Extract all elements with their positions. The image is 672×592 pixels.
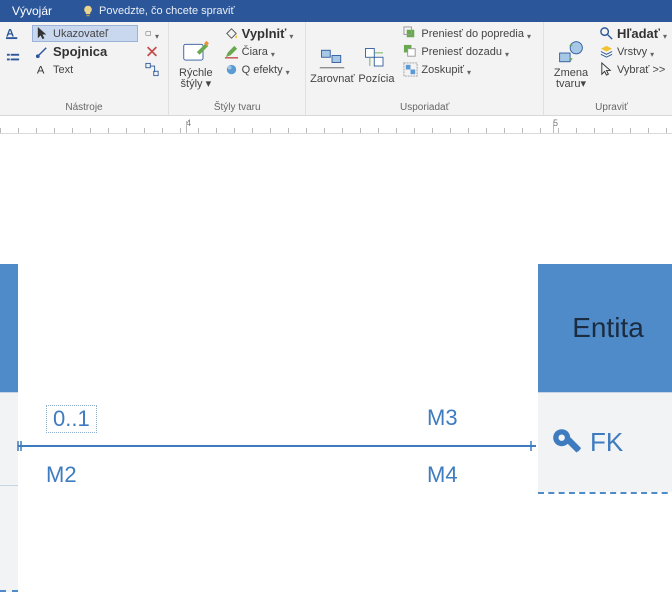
relationship-line[interactable] — [18, 445, 536, 447]
group-label: Upraviť — [548, 101, 672, 115]
x-icon — [145, 44, 159, 59]
rectangle-icon — [145, 26, 152, 41]
title-bar: Vývojár Povedzte, čo chcete spraviť — [0, 0, 672, 22]
line-button[interactable]: Čiara — [221, 43, 300, 60]
entity-attribute-row[interactable]: FK — [538, 392, 672, 492]
drawing-canvas[interactable]: Entita FK 0..1 M3 M2 M4 — [0, 134, 672, 592]
entity-divider — [538, 492, 672, 494]
key-icon — [550, 426, 584, 460]
connector-tool-button[interactable]: Spojnica — [32, 43, 138, 60]
find-button[interactable]: Hľadať — [596, 25, 672, 42]
text-tool-button[interactable]: A Text — [32, 61, 138, 78]
group-button[interactable]: Zoskupiť — [400, 61, 537, 78]
format-painter-a-icon[interactable]: A — [6, 25, 21, 40]
quick-styles-icon — [182, 39, 210, 67]
group-label: Usporiadať — [310, 101, 539, 115]
connection-point-icon — [145, 62, 159, 77]
multiplicity-label-m3[interactable]: M3 — [427, 405, 458, 431]
group-edit: Zmenatvaru▾ Hľadať Vrstvy Vybrať >> Upra… — [544, 22, 672, 115]
pencil-icon — [224, 44, 239, 59]
svg-text:A: A — [37, 64, 45, 76]
group-shape-styles: Rýchleštýly ▾ Vyplniť Čiara Q efekty Štý… — [169, 22, 306, 115]
entity-title: Entita — [572, 312, 644, 344]
group-label: Nástroje — [4, 101, 164, 115]
text-a-icon: A — [35, 62, 50, 77]
group-arrange: Zarovnať Pozícia Preniesť do popredia Pr… — [306, 22, 544, 115]
list-icon[interactable] — [6, 51, 21, 66]
lightbulb-icon — [82, 5, 94, 17]
tell-me-placeholder: Povedzte, čo chcete spraviť — [99, 5, 235, 17]
ribbon: A Ukazovateľ Spojnica A Text — [0, 22, 672, 116]
select-button[interactable]: Vybrať >> — [596, 61, 672, 78]
tell-me[interactable]: Povedzte, čo chcete spraviť — [64, 5, 235, 17]
effects-icon — [224, 62, 239, 77]
horizontal-ruler: 4 5 — [0, 116, 672, 134]
layers-icon — [599, 44, 614, 59]
bucket-icon — [224, 26, 239, 41]
quick-styles-button[interactable]: Rýchleštýly ▾ — [173, 24, 219, 101]
group-tools: A Ukazovateľ Spojnica A Text — [0, 22, 169, 115]
bring-to-front-button[interactable]: Preniesť do popredia — [400, 25, 537, 42]
position-button[interactable]: Pozícia — [354, 24, 398, 101]
send-to-back-button[interactable]: Preniesť dozadu — [400, 43, 537, 60]
align-icon — [318, 45, 346, 73]
effects-button[interactable]: Q efekty — [221, 61, 300, 78]
entity-header[interactable]: Entita — [538, 264, 672, 392]
cancel-button[interactable] — [142, 43, 162, 60]
ribbon-tab-label: Vývojár — [12, 4, 52, 18]
fill-button[interactable]: Vyplniť — [221, 25, 300, 42]
bring-front-icon — [403, 26, 418, 41]
multiplicity-label-m2[interactable]: M2 — [46, 462, 77, 488]
layers-button[interactable]: Vrstvy — [596, 43, 672, 60]
group-label: Štýly tvaru — [173, 101, 301, 115]
connector-icon — [35, 44, 50, 59]
cursor-icon — [35, 26, 50, 41]
rectangle-shape-button[interactable] — [142, 25, 162, 42]
entity-right[interactable]: Entita FK — [538, 264, 672, 494]
multiplicity-label-01[interactable]: 0..1 — [46, 405, 97, 433]
position-icon — [362, 45, 390, 73]
line-end-left-icon — [16, 439, 30, 453]
select-cursor-icon — [599, 62, 614, 77]
multiplicity-label-m4[interactable]: M4 — [427, 462, 458, 488]
group-icon — [403, 62, 418, 77]
search-icon — [599, 26, 614, 41]
pointer-tool-button[interactable]: Ukazovateľ — [32, 25, 138, 42]
ribbon-tab-developer[interactable]: Vývojár — [0, 0, 64, 22]
change-shape-button[interactable]: Zmenatvaru▾ — [548, 24, 594, 101]
line-end-right-icon — [524, 439, 538, 453]
entity-left-body[interactable] — [0, 392, 18, 592]
change-shape-icon — [557, 39, 585, 67]
connection-point-button[interactable] — [142, 61, 162, 78]
send-back-icon — [403, 44, 418, 59]
fk-label: FK — [590, 427, 623, 458]
align-button[interactable]: Zarovnať — [310, 24, 354, 101]
entity-left-header[interactable] — [0, 264, 18, 392]
